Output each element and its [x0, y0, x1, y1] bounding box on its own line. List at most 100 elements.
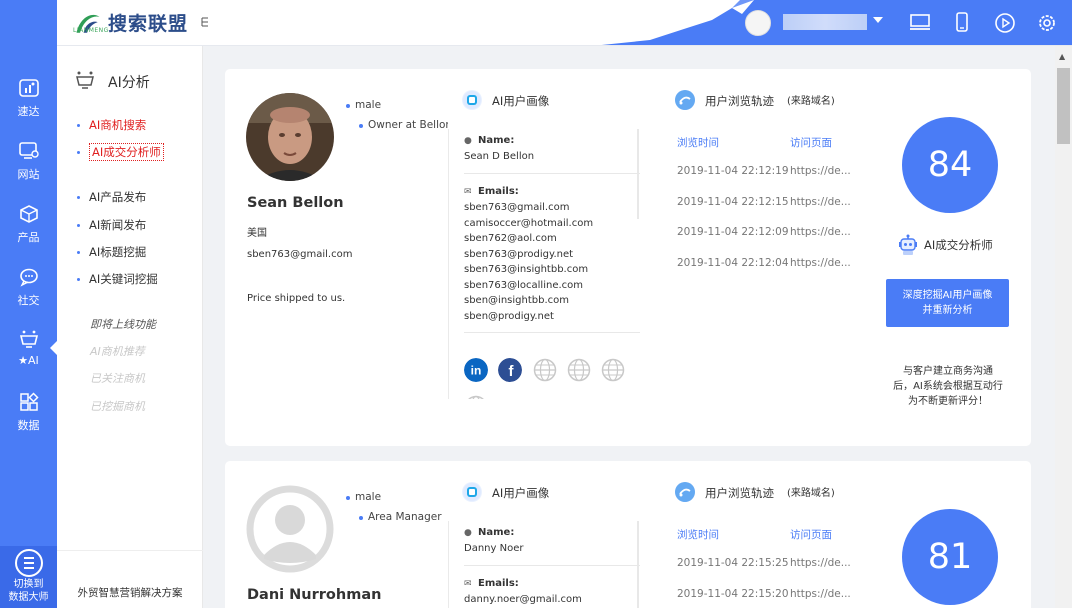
- email-item: camisoccer@hotmail.com: [464, 217, 594, 229]
- email-item: sben762@aol.com: [464, 233, 557, 244]
- logo-subtitle: LIANMENG: [73, 27, 109, 34]
- visit-page-link[interactable]: https://de...: [790, 226, 851, 238]
- globe-icon[interactable]: [567, 358, 591, 382]
- chat-icon: [19, 268, 38, 287]
- rail-label: 社交: [17, 294, 40, 307]
- lead-score: 81: [902, 509, 998, 605]
- rail-item-social[interactable]: 社交: [0, 267, 57, 308]
- email-item: sben@insightbb.com: [464, 295, 569, 306]
- sidebar-item-ai-product-release[interactable]: AI产品发布: [77, 189, 146, 205]
- globe-icon[interactable]: [533, 358, 557, 382]
- visit-page-link[interactable]: https://de...: [790, 257, 851, 269]
- sidebar-item-ai-keyword-mining[interactable]: AI关键词挖掘: [77, 271, 158, 287]
- visit-page-link[interactable]: https://de...: [790, 196, 851, 208]
- rail-item-products[interactable]: 产品: [0, 204, 57, 245]
- gender: male: [355, 491, 382, 503]
- gear-icon[interactable]: [1036, 12, 1058, 34]
- sidebar-item-ai-title-mining[interactable]: AI标题挖掘: [77, 244, 146, 260]
- box-icon: [19, 205, 38, 223]
- monitor-gear-icon: [18, 142, 39, 159]
- svg-text:in: in: [471, 364, 482, 378]
- scroll-thumb[interactable]: [1057, 68, 1070, 144]
- chevron-down-icon[interactable]: [873, 16, 883, 24]
- profile-icon: [462, 90, 482, 110]
- col-header-page: 访问页面: [790, 529, 832, 541]
- rail-item-data[interactable]: 数据: [0, 392, 57, 433]
- analyst-label: AI成交分析师: [924, 238, 993, 252]
- rail-item-suda[interactable]: 速达: [0, 78, 57, 119]
- mail-icon: ✉: [464, 187, 472, 197]
- visit-time: 2019-11-04 22:12:04: [677, 257, 789, 269]
- lead-card: male Area Manager FOS... Dani Nurrohman …: [225, 461, 1031, 608]
- scroll-up-icon[interactable]: ▲: [1059, 52, 1065, 61]
- active-indicator: [50, 341, 57, 355]
- sidebar-footer: 外贸智慧营销解决方案: [57, 550, 203, 608]
- emails-label: ✉ Emails:: [464, 578, 519, 589]
- person-email: sben763@gmail.com: [247, 249, 353, 260]
- person-country: 美国: [247, 228, 267, 239]
- list-menu-icon: [14, 549, 43, 577]
- top-header: 搜索联盟 LIANMENG: [57, 0, 1072, 46]
- divider: [464, 565, 640, 566]
- profile-column[interactable]: ● Name: Sean D Bellon ✉ Emails: sben763@gm…: [448, 129, 640, 399]
- user-icon: ●: [464, 528, 472, 538]
- deep-button-line-2: 并重新分析: [922, 305, 973, 316]
- desktop-icon[interactable]: [909, 12, 931, 32]
- rail-item-ai[interactable]: ★AI: [0, 329, 57, 367]
- visit-time: 2019-11-04 22:15:25: [677, 557, 789, 569]
- sidebar-item-ai-news-release[interactable]: AI新闻发布: [77, 217, 146, 233]
- username-blurred[interactable]: [783, 14, 867, 30]
- visit-page-link[interactable]: https://de...: [790, 165, 851, 177]
- lead-score: 84: [902, 117, 998, 213]
- facebook-icon[interactable]: f: [498, 358, 522, 382]
- email-item: sben@prodigy.net: [464, 310, 554, 322]
- gender: male: [355, 99, 382, 111]
- visit-time: 2019-11-04 22:12:15: [677, 196, 789, 208]
- user-avatar[interactable]: [745, 10, 771, 36]
- rail-label: 网站: [17, 168, 40, 181]
- name-label: ● Name:: [464, 527, 515, 538]
- col-header-page: 访问页面: [790, 137, 832, 149]
- profile-icon: [462, 482, 482, 502]
- email-item: sben763@insightbb.com: [464, 264, 589, 275]
- email-item: danny.noer@gmail.com: [464, 594, 582, 605]
- email-item: sben763@prodigy.net: [464, 248, 574, 260]
- collapse-menu-icon[interactable]: [201, 16, 209, 28]
- switch-mode-button[interactable]: 切换到 数据大师: [0, 546, 57, 608]
- bullet-dot: [359, 516, 363, 520]
- person-name: Sean Bellon: [247, 195, 344, 211]
- col-header-time: 浏览时间: [677, 529, 719, 541]
- person-photo: [246, 93, 334, 181]
- rail-label: 速达: [17, 105, 40, 118]
- lead-card: male Owner at Bellon Sean Bellon 美国 sben…: [225, 69, 1031, 446]
- col-header-time: 浏览时间: [677, 137, 719, 149]
- trail-icon: [675, 90, 695, 110]
- trail-section-note: (来路域名): [787, 488, 835, 499]
- bullet-dot: [346, 104, 350, 108]
- rail-item-website[interactable]: 网站: [0, 141, 57, 182]
- secondary-sidebar: AI分析 AI商机搜索 AI成交分析师 AI产品发布 AI新闻发布 AI标题挖掘…: [57, 46, 203, 608]
- globe-icon[interactable]: [601, 358, 625, 382]
- rail-label: 产品: [17, 231, 40, 244]
- visit-page-link[interactable]: https://de...: [790, 588, 851, 600]
- bullet-dot: [359, 124, 363, 128]
- scroll-track: [637, 129, 639, 219]
- sidebar-heading: AI分析: [108, 75, 150, 91]
- mobile-icon[interactable]: [954, 12, 970, 32]
- logo-title: 搜索联盟: [108, 13, 189, 35]
- linkedin-icon[interactable]: in: [464, 358, 488, 382]
- profile-column[interactable]: ● Name: Danny Noer ✉ Emails: danny.noer@gm…: [448, 521, 640, 608]
- sidebar-item-ai-deal-analyst[interactable]: AI成交分析师: [77, 143, 164, 161]
- deep-analysis-button[interactable]: 深度挖掘AI用户画像 并重新分析: [886, 279, 1009, 327]
- visit-time: 2019-11-04 22:15:20: [677, 588, 789, 600]
- globe-icon[interactable]: [464, 395, 488, 399]
- full-name: Danny Noer: [464, 543, 524, 554]
- email-item: sben763@localline.com: [464, 279, 584, 291]
- user-icon: ●: [464, 136, 472, 146]
- rail-label: ★AI: [18, 354, 39, 367]
- visit-page-link[interactable]: https://de...: [790, 557, 851, 569]
- left-rail: 速达 网站 产品 社交 ★AI 数据 切换到 数据大师: [0, 0, 57, 608]
- sidebar-item-ai-search[interactable]: AI商机搜索: [77, 117, 146, 133]
- play-icon[interactable]: [994, 12, 1016, 34]
- page-scrollbar[interactable]: ▲: [1055, 46, 1072, 608]
